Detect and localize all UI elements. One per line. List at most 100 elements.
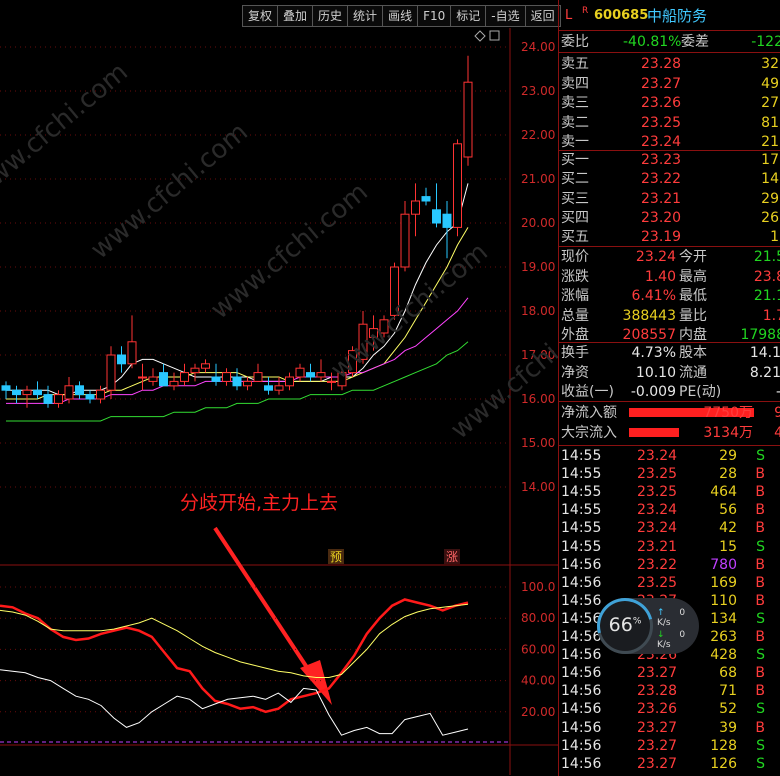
flow-value: 3134万 (703, 425, 753, 441)
toolbar-button-5[interactable]: F10 (417, 5, 451, 27)
tick-side: S (756, 448, 765, 464)
tick-row-5: 14:55 23.21 15 S (559, 538, 780, 556)
candle-body-25 (264, 385, 273, 391)
sell-label: 卖一 (561, 134, 589, 151)
stat-label-2: 今开 (679, 249, 707, 265)
buy-label: 买三 (561, 190, 589, 207)
toolbar-button-1[interactable]: 叠加 (277, 5, 313, 27)
toolbar-button-4[interactable]: 画线 (382, 5, 418, 27)
price-tick-6: 18.00 (521, 304, 555, 318)
weibi-label: 委比 (561, 34, 589, 50)
network-speed-widget[interactable]: 66% ↑ 0 K/s ↓ 0 K/s (586, 587, 699, 665)
stat2-value: 4.73% (631, 345, 676, 361)
tick-time: 14:56 (561, 574, 602, 591)
candle-body-39 (411, 200, 420, 215)
sell-price: 23.27 (641, 75, 682, 92)
tick-side: B (755, 592, 765, 609)
tick-vol: 263 (710, 629, 737, 645)
tick-time: 14:56 (561, 665, 602, 682)
chart-area[interactable]: 24.0023.0022.0021.0020.0019.0018.0017.00… (0, 0, 558, 776)
tick-time: 14:56 (561, 647, 602, 664)
sell-row-3: 卖二 23.25 81 (559, 114, 780, 132)
toolbar-button-3[interactable]: 统计 (347, 5, 383, 27)
buy-price: 23.21 (641, 190, 682, 207)
stat-label: 涨跌 (561, 268, 589, 285)
tick-vol: 29 (719, 448, 737, 464)
tick-row-16: 14:56 23.27 128 S (559, 737, 780, 755)
tick-time: 14:56 (561, 737, 602, 754)
candle-body-44 (463, 81, 473, 158)
tick-price: 23.27 (637, 755, 678, 772)
flow-label: 净流入额 (561, 405, 617, 421)
stat2-value: -0.009 (630, 384, 676, 400)
flow-row-1: 大宗流入 3134万 4 (559, 424, 780, 442)
candle-body-14 (148, 376, 158, 382)
candle-body-0 (1, 385, 11, 391)
sell-price: 23.25 (641, 114, 682, 131)
stat-row-2: 涨幅 6.41%最低 21.1 (559, 287, 780, 305)
candle-body-26 (274, 385, 284, 391)
candle-body-30 (316, 372, 326, 378)
stat-label: 涨幅 (561, 288, 589, 304)
tick-side: S (756, 755, 765, 772)
tick-time: 14:55 (561, 538, 602, 555)
annotation-text: 分歧开始,主力上去 (180, 492, 338, 514)
price-tick-0: 24.00 (521, 40, 555, 54)
stat2-row-0: 换手 4.73% 股本 14.1 (559, 344, 780, 362)
sell-vol: 21 (761, 134, 779, 151)
candle-body-9 (96, 389, 105, 400)
l-flag: L (565, 8, 573, 23)
flow-bar (629, 428, 679, 437)
tick-time: 14:56 (561, 610, 602, 627)
tick-row-17: 14:56 23.27 126 S (559, 755, 780, 773)
diamond-icon (474, 30, 486, 42)
weibi-row: 委比 -40.81% 委差 -122 (559, 33, 780, 51)
flow-tail: 9 (774, 404, 780, 422)
tick-price: 23.26 (637, 701, 678, 718)
stat2-label-2: PE(动) (679, 384, 722, 400)
buy-row-1: 买二 23.22 14 (559, 170, 780, 188)
tick-price: 23.25 (637, 466, 678, 483)
watermark-0: www.cfchi.com (0, 57, 134, 205)
buy-row-2: 买三 23.21 29 (559, 190, 780, 208)
candle-body-7 (75, 385, 84, 396)
tick-side: B (755, 484, 765, 501)
toolbar-button-8[interactable]: 返回 (524, 5, 561, 27)
watermark-4: www.cfchi.com (445, 297, 558, 445)
weibi-value: -40.81% (623, 34, 682, 50)
price-tick-2: 22.00 (521, 128, 555, 142)
osc-series-2 (0, 669, 469, 736)
tick-vol: 68 (719, 665, 737, 682)
stat2-value: 10.10 (635, 364, 676, 381)
tick-price: 23.25 (637, 574, 678, 591)
toolbar-button-7[interactable]: -自选 (485, 5, 525, 27)
flow-tail: 4 (774, 424, 780, 442)
tick-row-4: 14:55 23.24 42 B (559, 519, 780, 537)
tick-side: B (755, 574, 765, 591)
toolbar-button-0[interactable]: 复权 (242, 5, 278, 27)
tick-time: 14:55 (561, 466, 602, 483)
tick-time: 14:55 (561, 520, 602, 537)
sell-vol: 27 (761, 95, 779, 112)
flow-row-0: 净流入额 7750万 9 (559, 404, 780, 422)
tick-row-7: 14:56 23.25 169 B (559, 574, 780, 592)
weidiff-value: -122 (751, 34, 780, 50)
stat2-value-2: 8.21 (749, 364, 780, 381)
stat2-value-2: - (776, 383, 780, 401)
sell-label: 卖五 (561, 56, 589, 72)
tick-price: 23.22 (637, 556, 678, 573)
osc-tick-3: 40.00 (521, 674, 555, 688)
buy-vol: 14 (761, 171, 779, 188)
candle-body-1 (12, 389, 21, 396)
stat2-label-2: 股本 (679, 345, 707, 361)
stat2-label: 换手 (561, 345, 589, 361)
toolbar-button-6[interactable]: 标记 (450, 5, 486, 27)
stock-header[interactable]: L R 600685 中船防务 (559, 5, 780, 27)
toolbar-button-2[interactable]: 历史 (312, 5, 348, 27)
stat-value: 6.41% (631, 288, 676, 304)
buy-label: 买一 (561, 152, 589, 168)
buy-label: 买四 (561, 209, 589, 226)
quote-panel: L R 600685 中船防务 委比 -40.81% 委差 -122 卖五 23.28 32… (558, 0, 780, 776)
tick-side: B (755, 665, 765, 682)
marker-yu: 预 (330, 550, 342, 564)
